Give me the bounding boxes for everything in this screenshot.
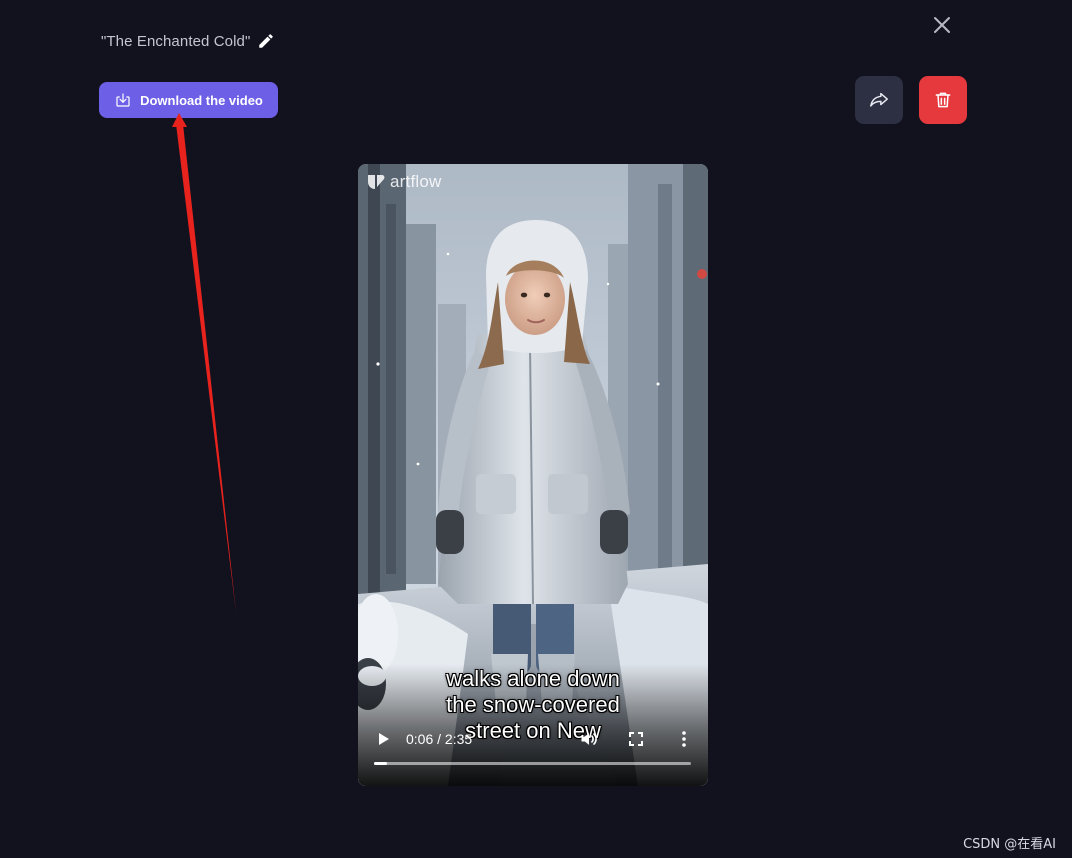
close-button[interactable] xyxy=(930,13,954,37)
progress-fill xyxy=(374,762,387,765)
artflow-logo-text: artflow xyxy=(390,172,442,191)
fullscreen-icon xyxy=(629,732,643,746)
watermark: CSDN @在看AI xyxy=(963,837,1056,852)
time-display: 0:06 / 2:35 xyxy=(406,731,473,747)
artflow-logo: artflow xyxy=(366,172,441,192)
edit-title-button[interactable] xyxy=(256,31,276,51)
caption-line: walks alone down xyxy=(446,666,620,691)
play-button[interactable] xyxy=(374,730,392,748)
more-vertical-icon xyxy=(682,731,686,747)
fullscreen-button[interactable] xyxy=(627,730,645,748)
more-options-button[interactable] xyxy=(675,729,693,749)
caption-line: the snow-covered xyxy=(446,692,620,717)
delete-button[interactable] xyxy=(919,76,967,124)
download-video-button[interactable]: Download the video xyxy=(99,82,278,118)
close-icon xyxy=(934,17,950,33)
video-player[interactable]: artflow walks alone down the snow-covere… xyxy=(358,164,708,786)
video-title: "The Enchanted Cold" xyxy=(101,32,251,50)
share-button[interactable] xyxy=(855,76,903,124)
pencil-icon xyxy=(259,34,274,48)
volume-button[interactable] xyxy=(579,729,599,749)
video-controls: 0:06 / 2:35 xyxy=(358,724,708,754)
artflow-logo-icon xyxy=(368,175,385,189)
progress-bar[interactable] xyxy=(374,762,691,765)
trash-icon xyxy=(935,92,951,108)
download-icon xyxy=(116,93,130,107)
play-icon xyxy=(379,733,389,745)
volume-icon xyxy=(581,733,597,745)
share-arrow-icon xyxy=(870,92,888,107)
video-title-row: "The Enchanted Cold" xyxy=(101,30,276,52)
download-video-label: Download the video xyxy=(140,92,263,108)
